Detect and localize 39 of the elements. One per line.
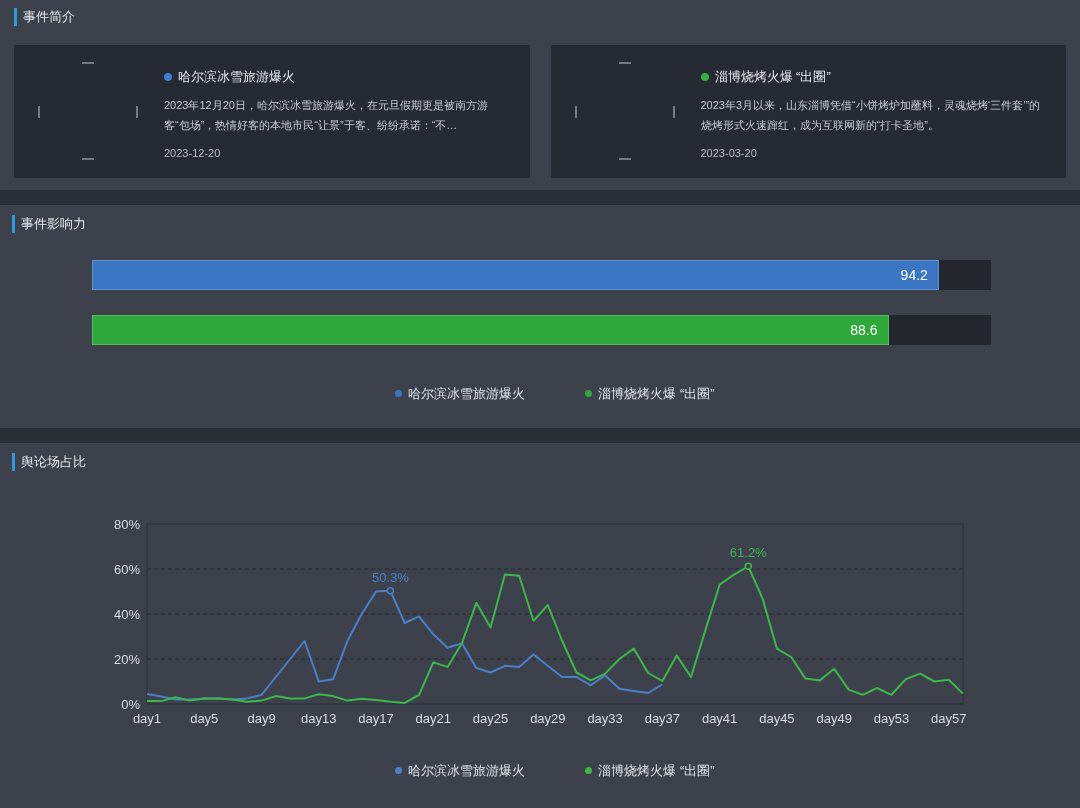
axis-tick-label: day1	[132, 711, 162, 726]
axis-tick-label: day17	[358, 711, 394, 726]
axis-tick-label: 40%	[113, 607, 140, 622]
event-summary: 2023年3月以来，山东淄博凭借“小饼烤炉加蘸料，灵魂烧烤‘三件套’”的烧烤形式火速蹿红，成为互联网新的“打卡圣地”。	[700, 97, 1042, 133]
axis-tick-label: day29	[530, 711, 566, 726]
axis-tick-label: day49	[816, 711, 852, 726]
peak-label: 61.2%	[729, 545, 767, 561]
axis-tick-label: day37	[644, 711, 681, 726]
axis-tick-label: day53	[873, 711, 910, 726]
axis-tick-label: day33	[587, 711, 623, 726]
peak-marker	[386, 587, 395, 595]
axis-tick-label: 60%	[113, 562, 140, 577]
event-title: 淄博烧烤火爆 “出圈”	[714, 68, 831, 86]
axis-tick-label: day57	[930, 711, 967, 726]
event-title: 哈尔滨冰雪旅游爆火	[178, 68, 295, 86]
axis-tick-label: 20%	[113, 652, 140, 667]
event-date: 2023-03-20	[700, 145, 758, 161]
axis-tick-label: day9	[247, 711, 276, 726]
legend-label: 淄博烧烤火爆 “出圈”	[598, 762, 715, 780]
legend-label: 淄博烧烤火爆 “出圈”	[598, 385, 715, 403]
event-summary: 2023年12月20日，哈尔滨冰雪旅游爆火，在元旦假期更是被南方游客“包场”，热情好客的本地市民“让景”于客、纷纷承诺：“不…	[164, 97, 489, 133]
section-title: 事件影响力	[21, 215, 86, 234]
axis-tick-label: day41	[701, 711, 738, 726]
axis-tick-label: day45	[759, 711, 795, 726]
legend-label: 哈尔滨冰雪旅游爆火	[408, 385, 526, 403]
section-title: 舆论场占比	[21, 453, 86, 472]
axis-tick-label: 0%	[121, 697, 140, 712]
axis-tick-label: day13	[301, 711, 337, 726]
axis-tick-label: day5	[190, 711, 219, 726]
section-title: 事件简介	[23, 8, 75, 27]
value-label: 94.2	[900, 265, 928, 285]
axis-tick-label: day21	[415, 711, 452, 726]
axis-tick-label: 80%	[113, 517, 140, 532]
axis-tick-label: day25	[472, 711, 509, 726]
legend-label: 哈尔滨冰雪旅游爆火	[408, 762, 526, 780]
event-date: 2023-12-20	[164, 145, 222, 161]
peak-label: 50.3%	[371, 569, 409, 585]
value-label: 88.6	[850, 320, 878, 340]
peak-marker	[744, 562, 752, 571]
